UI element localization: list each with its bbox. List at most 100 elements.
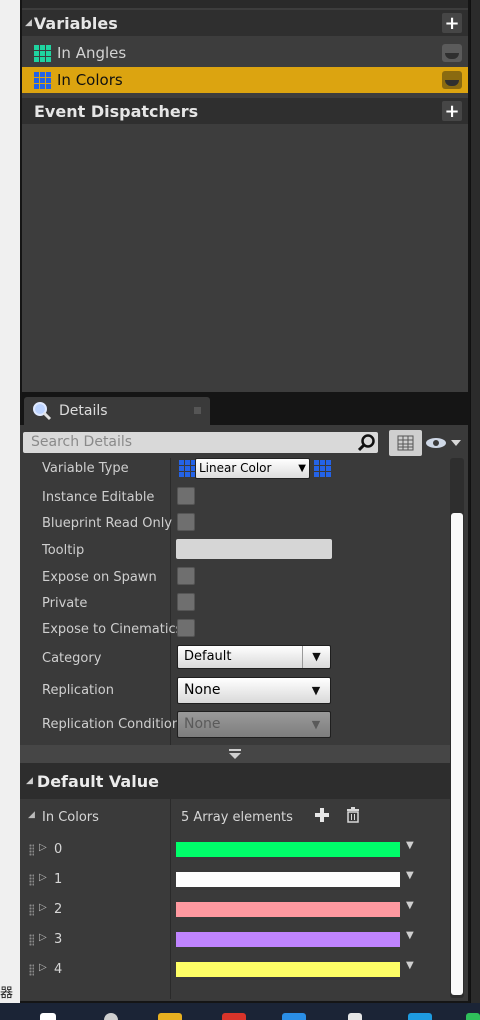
search-taskbar-icon[interactable]: [104, 1013, 118, 1020]
category-combo[interactable]: Default ▼: [177, 645, 331, 669]
array-element-row: ▷ 1 ▼: [20, 865, 450, 895]
details-panel: Search Details Variable Type Linear Colo…: [20, 425, 468, 1001]
replication-label: Replication: [42, 683, 114, 698]
trash-icon[interactable]: [346, 807, 360, 823]
drag-handle-icon[interactable]: [29, 904, 34, 916]
taskbar: [0, 1003, 480, 1020]
search-details-input[interactable]: Search Details: [23, 432, 378, 453]
dropdown-arrow-icon: ▼: [311, 718, 321, 731]
blueprint-read-only-row: Blueprint Read Only: [20, 513, 450, 537]
add-element-icon[interactable]: [315, 808, 329, 822]
expose-on-spawn-row: Expose on Spawn: [20, 567, 450, 591]
left-window-strip: 器: [0, 0, 20, 1020]
array-grid-icon: [34, 71, 51, 89]
element-index: 1: [54, 872, 63, 887]
expose-on-spawn-checkbox[interactable]: [177, 567, 195, 585]
event-dispatchers-label: Event Dispatchers: [34, 101, 199, 121]
chevron-down-icon[interactable]: ▼: [406, 870, 414, 881]
event-dispatchers-header[interactable]: Event Dispatchers +: [22, 98, 468, 124]
drag-handle-icon[interactable]: [29, 964, 34, 976]
variable-row-in-colors[interactable]: In Colors: [22, 67, 468, 93]
add-variable-button[interactable]: +: [442, 13, 462, 34]
scrollbar-thumb[interactable]: [451, 513, 463, 995]
eye-dropdown-icon[interactable]: [425, 435, 461, 451]
drag-handle-icon[interactable]: [29, 844, 34, 856]
variable-type-value: Linear Color: [199, 461, 272, 475]
replication-combo[interactable]: None ▼: [177, 677, 331, 704]
expand-triangle-icon[interactable]: ▷: [39, 872, 47, 883]
variables-header-label: Variables: [33, 13, 118, 33]
type-grid-icon: [179, 460, 196, 477]
expand-triangle-icon[interactable]: ▷: [39, 932, 47, 943]
element-index: 2: [54, 902, 63, 917]
file-explorer-icon[interactable]: [158, 1013, 182, 1020]
replication-condition-row: Replication Condition None ▼: [20, 711, 450, 739]
color-swatch[interactable]: [176, 872, 400, 887]
add-event-dispatcher-button[interactable]: +: [442, 101, 462, 122]
private-checkbox[interactable]: [177, 593, 195, 611]
array-summary: 5 Array elements: [181, 810, 293, 825]
drag-handle-icon[interactable]: [29, 874, 34, 886]
array-grid-icon: [34, 44, 51, 62]
variables-header[interactable]: ◢ Variables +: [22, 10, 468, 36]
advanced-expander[interactable]: [20, 745, 450, 763]
window-text-fragment: 器: [0, 986, 14, 1001]
chevron-down-icon[interactable]: ▼: [406, 960, 414, 971]
default-value-header[interactable]: ◢ Default Value: [20, 763, 450, 799]
color-swatch[interactable]: [176, 932, 400, 947]
instance-editable-checkbox[interactable]: [177, 487, 195, 505]
array-element-row: ▷ 4 ▼: [20, 955, 450, 985]
my-blueprint-panel: ◢ Variables + In Angles In Colors Event …: [22, 0, 468, 392]
details-scrollbar[interactable]: [450, 458, 464, 998]
private-row: Private: [20, 593, 450, 617]
expand-triangle-icon: ◢: [25, 18, 32, 28]
array-element-row: ▷ 3 ▼: [20, 925, 450, 955]
expand-triangle-icon[interactable]: ▷: [39, 842, 47, 853]
right-panel-edge: [470, 0, 480, 1003]
expand-triangle-icon[interactable]: ▷: [39, 962, 47, 973]
expand-triangle-icon[interactable]: ▷: [39, 902, 47, 913]
visibility-eye-icon[interactable]: [442, 44, 462, 62]
tooltip-row: Tooltip: [20, 539, 450, 563]
variable-type-row: Variable Type Linear Color ▼: [20, 458, 450, 482]
chevron-down-icon[interactable]: ▼: [406, 840, 414, 851]
drag-handle-icon[interactable]: [29, 934, 34, 946]
property-matrix-icon: [397, 435, 414, 451]
start-icon[interactable]: [40, 1013, 56, 1020]
color-swatch[interactable]: [176, 842, 400, 857]
view-options-button[interactable]: [389, 430, 422, 456]
chevron-down-icon: [229, 749, 241, 759]
variable-type-label: Variable Type: [42, 461, 129, 476]
chevron-down-icon[interactable]: ▼: [406, 900, 414, 911]
tooltip-label: Tooltip: [42, 543, 85, 558]
element-index: 0: [54, 842, 63, 857]
color-swatch[interactable]: [176, 962, 400, 977]
app-icon[interactable]: [348, 1013, 362, 1020]
variable-type-combo[interactable]: Linear Color ▼: [195, 458, 310, 479]
dropdown-arrow-icon: ▼: [311, 684, 321, 697]
search-icon[interactable]: [358, 434, 376, 452]
category-value: Default: [184, 649, 232, 664]
variable-row-in-angles[interactable]: In Angles: [22, 40, 468, 66]
color-swatch[interactable]: [176, 902, 400, 917]
browser-icon[interactable]: [282, 1013, 306, 1020]
vscode-icon[interactable]: [408, 1013, 432, 1020]
blueprint-read-only-checkbox[interactable]: [177, 513, 195, 531]
container-type-grid-icon[interactable]: [314, 460, 331, 477]
array-header-row: ◢ In Colors 5 Array elements: [20, 803, 450, 833]
app-icon[interactable]: [466, 1013, 480, 1020]
visibility-eye-icon[interactable]: [442, 71, 462, 89]
expand-triangle-icon[interactable]: ◢: [28, 810, 35, 820]
replication-row: Replication None ▼: [20, 677, 450, 705]
details-tab[interactable]: Details: [24, 397, 210, 425]
expose-on-spawn-label: Expose on Spawn: [42, 570, 157, 585]
array-element-row: ▷ 0 ▼: [20, 835, 450, 865]
close-tab-icon[interactable]: [194, 407, 201, 414]
expose-to-cinematics-checkbox[interactable]: [177, 619, 195, 637]
element-index: 4: [54, 962, 63, 977]
replication-value: None: [184, 682, 221, 698]
chrome-icon[interactable]: [222, 1013, 246, 1020]
array-name: In Colors: [42, 810, 99, 825]
chevron-down-icon[interactable]: ▼: [406, 930, 414, 941]
tooltip-input[interactable]: [176, 539, 332, 559]
